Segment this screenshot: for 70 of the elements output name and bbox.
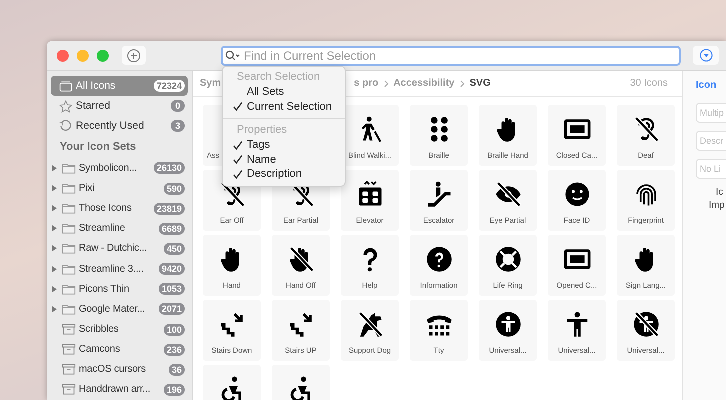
disclosure-triangle-icon[interactable] — [52, 185, 57, 192]
menu-item[interactable]: All Sets — [223, 85, 345, 100]
folder-icon — [62, 262, 76, 276]
folder-icon — [62, 302, 76, 316]
icon-set-item[interactable]: Streamline 3.... 9420 — [51, 259, 188, 280]
menu-section-title: Search Selection — [236, 70, 322, 85]
person-circle-icon — [494, 311, 522, 338]
sidebar-item[interactable]: Starred 0 — [51, 96, 188, 116]
icon-set-item[interactable]: Symbolicon... 26130 — [51, 158, 188, 178]
close-button[interactable] — [57, 50, 69, 62]
icon-set-item[interactable]: Picons Thin 1053 — [51, 279, 188, 300]
archive-box-icon — [62, 363, 76, 376]
icon-set-item[interactable]: Those Icons 23819 — [51, 198, 188, 219]
menu-section-title: Properties — [236, 123, 288, 138]
breadcrumb-item[interactable]: SVG — [470, 78, 491, 89]
filter-button[interactable] — [693, 46, 719, 65]
search-field[interactable]: Find in Current Selection — [221, 46, 681, 66]
field-label: Imp — [708, 200, 726, 211]
folder-icon — [62, 162, 76, 175]
folder-icon — [62, 182, 76, 196]
disclosure-triangle-icon[interactable] — [52, 225, 57, 232]
icon-set-item[interactable]: Camcons 236 — [51, 340, 188, 360]
disclosure-triangle-icon[interactable] — [52, 205, 57, 212]
field-label: Ic — [715, 187, 724, 198]
ring-icon — [494, 246, 522, 273]
icon-set-item[interactable]: Handdrawn arr... 196 — [51, 380, 188, 400]
stairs-icon — [218, 311, 246, 338]
crossed-out-person-circle-icon — [632, 311, 660, 338]
input-field[interactable]: Multip — [696, 103, 726, 123]
sidebar-item[interactable]: Recently Used 3 — [51, 116, 188, 136]
icon-set-item[interactable]: Google Mater... 2071 — [51, 299, 188, 320]
face-icon — [564, 181, 590, 208]
folder-icon — [62, 242, 76, 256]
icon-set-item[interactable]: Scribbles 100 — [51, 319, 188, 340]
add-button[interactable] — [122, 46, 146, 65]
box-icon — [59, 80, 73, 93]
archive-box-icon — [62, 383, 76, 396]
search-icon[interactable] — [225, 50, 241, 62]
disclosure-triangle-icon[interactable] — [52, 306, 57, 313]
folder-icon — [62, 222, 76, 236]
inspector-tab[interactable]: Icon — [696, 80, 726, 91]
plus-icon — [127, 48, 141, 62]
elevator-icon — [356, 181, 384, 208]
question-circle-icon — [426, 246, 452, 273]
input-field[interactable]: Descr — [696, 131, 726, 151]
crossed-out-hand-icon — [288, 246, 314, 273]
archive-box-icon — [62, 323, 76, 336]
disclosure-triangle-icon[interactable] — [52, 286, 57, 293]
clock-icon — [59, 120, 73, 133]
crossed-out-eye-icon — [494, 181, 522, 208]
stairs-icon — [288, 311, 314, 338]
icon-set-item[interactable]: Streamline 6689 — [51, 218, 188, 239]
icon-set-item[interactable]: macOS cursors 36 — [51, 360, 188, 380]
section-title: Your Icon Sets — [59, 140, 138, 156]
icon-set-item[interactable]: Raw - Dutchic... 450 — [51, 238, 188, 260]
star-icon — [59, 100, 73, 113]
zoom-button[interactable] — [97, 50, 109, 62]
archive-box-icon — [62, 343, 76, 356]
sidebar-item[interactable]: All Icons 72324 — [51, 76, 188, 96]
escalator-icon — [426, 181, 452, 208]
folder-icon — [62, 202, 76, 216]
disclosure-triangle-icon[interactable] — [52, 164, 57, 172]
disclosure-triangle-icon[interactable] — [52, 266, 57, 273]
icon-count: 30 Icons — [630, 78, 668, 89]
folder-icon — [62, 282, 76, 296]
crossed-out-dog-icon — [356, 311, 384, 338]
icon-set-item[interactable]: Pixi 590 — [51, 178, 188, 199]
disclosure-triangle-icon[interactable] — [52, 245, 57, 252]
crossed-out-ear-icon — [632, 116, 660, 143]
input-field[interactable]: No Li — [696, 159, 726, 179]
